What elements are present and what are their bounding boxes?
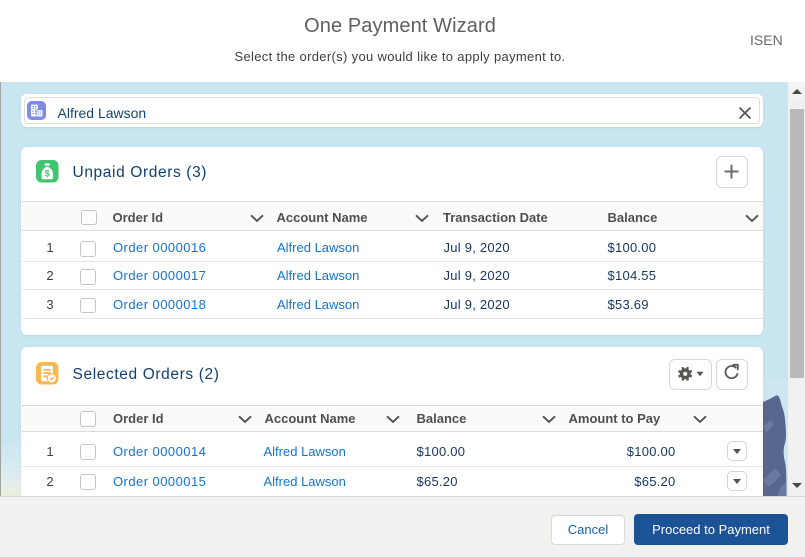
svg-text:$: $	[45, 168, 50, 178]
